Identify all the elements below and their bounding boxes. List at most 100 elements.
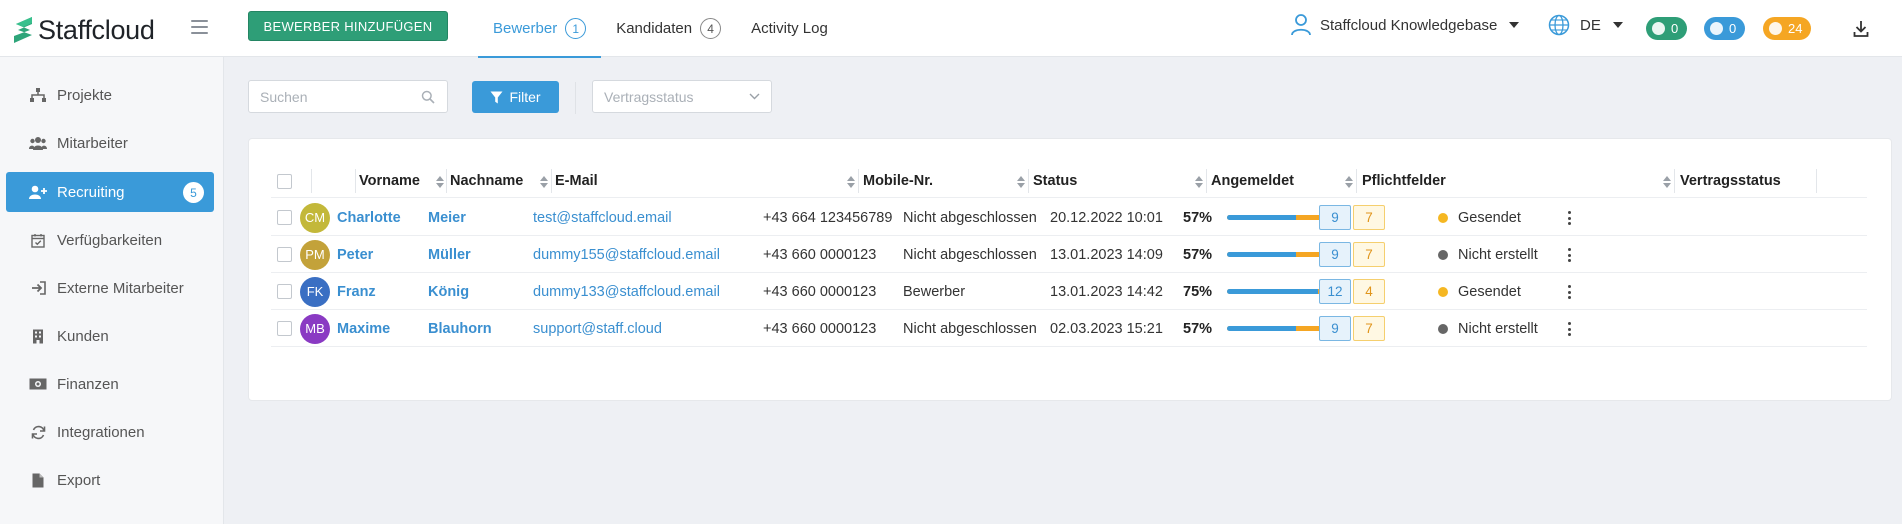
user-menu[interactable]: Staffcloud Knowledgebase	[1291, 14, 1520, 36]
progress-bar-fill	[1227, 252, 1296, 257]
row-actions-icon[interactable]	[1567, 248, 1571, 262]
missing-fields-count[interactable]: 7	[1353, 316, 1385, 341]
download-icon[interactable]	[1853, 20, 1869, 38]
sort-icon[interactable]	[1195, 176, 1203, 188]
column-divider	[858, 169, 859, 193]
sidebar-item-label: Export	[57, 471, 101, 489]
filled-fields-count[interactable]: 9	[1319, 242, 1351, 267]
last-name-link[interactable]: König	[428, 273, 469, 310]
sidebar-item-export[interactable]: Export	[6, 460, 214, 500]
first-name-link[interactable]: Maxime	[337, 310, 390, 347]
sort-icon[interactable]	[540, 176, 548, 188]
row-select-cell	[277, 199, 292, 236]
contract-status-dot	[1438, 212, 1448, 223]
contract-status-dot	[1438, 249, 1448, 260]
messages-badge[interactable]: 0	[1646, 17, 1688, 40]
column-header-email[interactable]: E-Mail	[555, 165, 598, 197]
reminders-count: 24	[1788, 21, 1803, 36]
row-checkbox[interactable]	[277, 210, 292, 225]
column-header-angemeldet[interactable]: Angemeldet	[1211, 165, 1294, 197]
last-name-link[interactable]: Meier	[428, 199, 466, 236]
row-actions-icon[interactable]	[1567, 285, 1571, 299]
email-link[interactable]: dummy155@staffcloud.email	[533, 236, 720, 273]
column-divider	[1356, 169, 1357, 193]
email-link[interactable]: support@staff.cloud	[533, 310, 662, 347]
column-header-pflichtfelder[interactable]: Pflichtfelder	[1362, 165, 1446, 197]
missing-fields-count[interactable]: 7	[1353, 205, 1385, 230]
column-title: Angemeldet	[1211, 173, 1294, 189]
registered-date: 20.12.2022 10:01	[1050, 209, 1163, 226]
first-name-link[interactable]: Franz	[337, 273, 376, 310]
last-name-link[interactable]: Müller	[428, 236, 471, 273]
brand-logo[interactable]: Staffcloud	[12, 14, 155, 46]
registered-date: 02.03.2023 15:21	[1050, 320, 1163, 337]
filled-fields-count[interactable]: 9	[1319, 205, 1351, 230]
column-title: Mobile-Nr.	[863, 173, 934, 189]
table-header: Vorname Nachname E-Mail Mobile-Nr. Statu…	[271, 165, 1867, 198]
reminders-badge[interactable]: 24	[1763, 17, 1812, 40]
sort-icon[interactable]	[1017, 176, 1025, 188]
search-input[interactable]	[248, 80, 448, 113]
row-checkbox[interactable]	[277, 247, 292, 262]
contract-status-label: Nicht erstellt	[1458, 320, 1538, 337]
tab-kandidaten[interactable]: Kandidaten 4	[601, 0, 736, 57]
first-name-link[interactable]: Charlotte	[337, 199, 401, 236]
column-header-vorname[interactable]: Vorname	[359, 165, 420, 197]
table-row[interactable]: FK Franz König dummy133@staffcloud.email…	[271, 273, 1867, 310]
sort-icon[interactable]	[1663, 176, 1671, 188]
column-divider	[551, 169, 552, 193]
sort-icon[interactable]	[1345, 176, 1353, 188]
sidebar-item-finanzen[interactable]: Finanzen	[6, 364, 214, 404]
progress-bar-fill	[1227, 215, 1296, 220]
table-row[interactable]: CM Charlotte Meier test@staffcloud.email…	[271, 199, 1867, 236]
sidebar-item-externe-mitarbeiter[interactable]: Externe Mitarbeiter	[6, 268, 214, 308]
row-actions-icon[interactable]	[1567, 322, 1571, 336]
missing-fields-count[interactable]: 4	[1353, 279, 1385, 304]
column-title: Nachname	[450, 173, 524, 189]
table-row[interactable]: MB Maxime Blauhorn support@staff.cloud +…	[271, 310, 1867, 347]
menu-toggle-icon[interactable]	[191, 20, 208, 34]
sidebar-item-verfuegbarkeiten[interactable]: Verfügbarkeiten	[6, 220, 214, 260]
tab-activity-log[interactable]: Activity Log	[736, 0, 843, 57]
progress-bar-fill	[1227, 326, 1296, 331]
messages-count: 0	[1671, 21, 1679, 36]
contract-status-select[interactable]: Vertragsstatus	[592, 80, 772, 113]
sidebar-item-integrationen[interactable]: Integrationen	[6, 412, 214, 452]
email-link[interactable]: dummy133@staffcloud.email	[533, 273, 720, 310]
column-title: Status	[1033, 173, 1078, 189]
avatar: CM	[300, 202, 330, 233]
email-link[interactable]: test@staffcloud.email	[533, 199, 672, 236]
last-name-link[interactable]: Blauhorn	[428, 310, 492, 347]
filled-fields-count[interactable]: 9	[1319, 316, 1351, 341]
column-divider	[1674, 169, 1675, 193]
alerts-badge[interactable]: 0	[1704, 17, 1746, 40]
missing-fields-count[interactable]: 7	[1353, 242, 1385, 267]
column-header-nachname[interactable]: Nachname	[450, 165, 523, 197]
column-header-status[interactable]: Status	[1033, 165, 1077, 197]
sort-icon[interactable]	[847, 176, 855, 188]
filled-fields-count[interactable]: 12	[1319, 279, 1351, 304]
row-checkbox[interactable]	[277, 321, 292, 336]
recruiting-count-badge: 5	[183, 182, 204, 203]
sitemap-icon	[29, 87, 47, 103]
select-all-checkbox[interactable]	[277, 173, 292, 189]
sort-icon[interactable]	[436, 176, 444, 188]
row-checkbox[interactable]	[277, 284, 292, 299]
language-menu[interactable]: DE	[1548, 14, 1623, 36]
sidebar-item-projekte[interactable]: Projekte	[6, 75, 214, 115]
contract-status-dot	[1438, 323, 1448, 334]
tab-bewerber[interactable]: Bewerber 1	[478, 0, 602, 58]
row-actions-icon[interactable]	[1567, 211, 1571, 225]
add-applicant-button[interactable]: BEWERBER HINZUFÜGEN	[248, 11, 448, 41]
user-name: Staffcloud Knowledgebase	[1320, 16, 1498, 34]
registered-date: 13.01.2023 14:09	[1050, 246, 1163, 263]
filter-icon	[490, 91, 503, 103]
sidebar-item-recruiting[interactable]: Recruiting 5	[6, 172, 214, 212]
table-row[interactable]: PM Peter Müller dummy155@staffcloud.emai…	[271, 236, 1867, 273]
column-header-mobile[interactable]: Mobile-Nr.	[863, 165, 933, 197]
avatar-cell: PM	[300, 236, 330, 273]
sidebar-item-mitarbeiter[interactable]: Mitarbeiter	[6, 123, 214, 163]
filter-button[interactable]: Filter	[472, 81, 559, 113]
first-name-link[interactable]: Peter	[337, 236, 373, 273]
sidebar-item-kunden[interactable]: Kunden	[6, 316, 214, 356]
